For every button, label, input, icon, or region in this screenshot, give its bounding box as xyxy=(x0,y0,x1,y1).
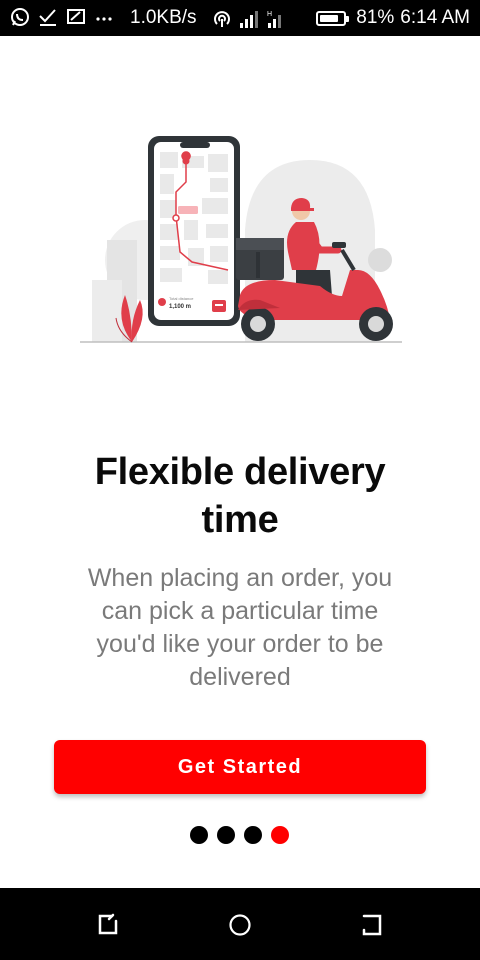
description: When placing an order, you can pick a pa… xyxy=(50,562,430,694)
battery-percent: 81% xyxy=(356,7,395,28)
page-title: Flexible delivery time xyxy=(40,448,440,544)
page-dot[interactable] xyxy=(217,826,235,844)
back-icon[interactable] xyxy=(360,913,384,937)
recent-apps-icon[interactable] xyxy=(96,913,120,937)
navigation-bar xyxy=(0,888,480,960)
notification-icons xyxy=(10,7,114,27)
clock: 6:14 AM xyxy=(400,7,470,28)
description-line: can pick a particular time xyxy=(101,597,379,625)
signal-icon xyxy=(240,11,258,28)
delivery-scooter-illustration: Total distance 1,100 m xyxy=(80,136,402,343)
screencast-icon xyxy=(67,9,85,24)
description-line: When placing an order, you xyxy=(87,564,393,592)
page-indicator xyxy=(190,826,289,844)
network-speed: 1.0KB/s xyxy=(130,7,197,28)
page-dot[interactable] xyxy=(190,826,208,844)
description-line: delivered xyxy=(189,663,291,691)
home-icon[interactable] xyxy=(228,913,252,937)
distance-value: 1,100 m xyxy=(169,304,191,310)
battery-icon xyxy=(316,10,350,26)
signal-2-icon: H xyxy=(267,11,281,28)
whatsapp-icon xyxy=(11,8,29,26)
more-notifications-icon xyxy=(96,17,112,21)
status-right: 81% 6:14 AM xyxy=(316,7,470,29)
title-line: time xyxy=(201,499,279,541)
page-dot[interactable] xyxy=(271,826,289,844)
page-dot[interactable] xyxy=(244,826,262,844)
hotspot-icon xyxy=(214,11,230,27)
battery-level xyxy=(320,14,339,22)
connectivity-icons: H xyxy=(212,9,284,29)
status-bar: 1.0KB/s H 81% 6:14 AM xyxy=(0,0,480,36)
title-line: Flexible delivery xyxy=(94,451,386,493)
check-download-icon xyxy=(39,9,56,26)
distance-label: Total distance xyxy=(169,296,194,301)
get-started-button[interactable]: Get Started xyxy=(54,740,426,794)
description-line: you'd like your order to be xyxy=(96,630,384,658)
svg-text:H: H xyxy=(267,11,272,18)
